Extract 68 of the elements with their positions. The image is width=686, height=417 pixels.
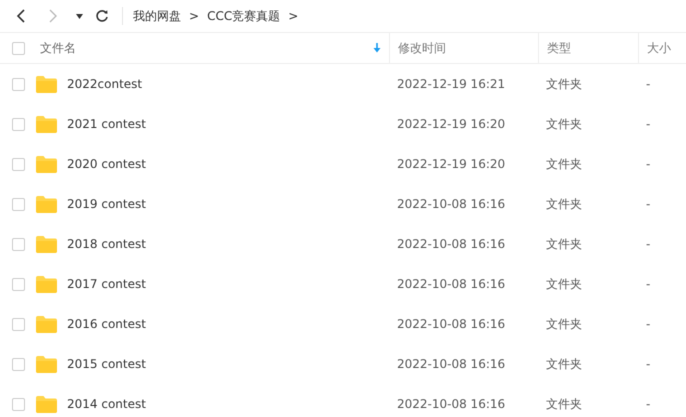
breadcrumb-link[interactable]: CCC竞赛真题: [207, 8, 280, 24]
file-type: 文件夹: [546, 116, 582, 130]
file-type: 文件夹: [546, 396, 582, 410]
back-icon[interactable]: [16, 9, 26, 23]
dropdown-caret-icon[interactable]: [76, 14, 83, 18]
column-header[interactable]: 类型: [547, 40, 571, 56]
folder-icon: [36, 236, 57, 252]
folder-icon: [36, 316, 57, 332]
row-checkbox[interactable]: [12, 118, 24, 130]
file-size: -: [646, 317, 650, 331]
file-type: 文件夹: [546, 356, 582, 370]
file-size: -: [646, 397, 650, 411]
file-size: -: [646, 117, 650, 131]
row-checkbox[interactable]: [12, 358, 24, 370]
row-checkbox[interactable]: [12, 398, 24, 410]
modified-time: 2022-10-08 16:16: [397, 397, 506, 411]
modified-time: 2022-10-08 16:16: [397, 277, 506, 291]
row-checkbox[interactable]: [12, 158, 24, 170]
folder-icon: [36, 116, 57, 132]
file-type: 文件夹: [546, 76, 582, 90]
folder-icon: [36, 356, 57, 372]
column-header[interactable]: 大小: [647, 40, 671, 56]
column-header[interactable]: 修改时间: [398, 40, 446, 56]
modified-time: 2022-10-08 16:16: [397, 317, 506, 331]
file-type: 文件夹: [546, 156, 582, 170]
file-size: -: [646, 237, 650, 251]
file-name[interactable]: 2021 contest: [67, 117, 146, 131]
row-checkbox[interactable]: [12, 278, 24, 290]
file-type: 文件夹: [546, 316, 582, 330]
breadcrumb-separator: >: [189, 9, 200, 23]
file-size: -: [646, 197, 650, 211]
file-type: 文件夹: [546, 236, 582, 250]
row-checkbox[interactable]: [12, 198, 24, 210]
modified-time: 2022-10-08 16:16: [397, 197, 506, 211]
file-size: -: [646, 77, 650, 91]
modified-time: 2022-12-19 16:20: [397, 117, 506, 131]
file-size: -: [646, 157, 650, 171]
folder-icon: [36, 156, 57, 172]
breadcrumb-separator: >: [288, 9, 298, 23]
forward-icon[interactable]: [48, 9, 58, 23]
file-name[interactable]: 2019 contest: [67, 197, 146, 211]
file-type: 文件夹: [546, 276, 582, 290]
file-name[interactable]: 2014 contest: [67, 397, 146, 411]
sort-arrow-icon[interactable]: [373, 43, 381, 53]
refresh-icon[interactable]: [95, 9, 109, 23]
file-name[interactable]: 2018 contest: [67, 237, 146, 251]
file-name[interactable]: 2022contest: [67, 77, 142, 91]
modified-time: 2022-10-08 16:16: [397, 357, 506, 371]
folder-icon: [36, 76, 57, 92]
breadcrumb-link[interactable]: 我的网盘: [133, 8, 181, 24]
folder-icon: [36, 276, 57, 292]
folder-icon: [36, 196, 57, 212]
row-checkbox[interactable]: [12, 318, 24, 330]
file-size: -: [646, 277, 650, 291]
modified-time: 2022-12-19 16:21: [397, 77, 506, 91]
modified-time: 2022-12-19 16:20: [397, 157, 506, 171]
modified-time: 2022-10-08 16:16: [397, 237, 506, 251]
select-all-checkbox[interactable]: [12, 42, 24, 54]
file-type: 文件夹: [546, 196, 582, 210]
file-name[interactable]: 2020 contest: [67, 157, 146, 171]
column-header[interactable]: 文件名: [40, 40, 76, 56]
row-checkbox[interactable]: [12, 78, 24, 90]
row-checkbox[interactable]: [12, 238, 24, 250]
file-size: -: [646, 357, 650, 371]
file-name[interactable]: 2016 contest: [67, 317, 146, 331]
file-name[interactable]: 2015 contest: [67, 357, 146, 371]
file-name[interactable]: 2017 contest: [67, 277, 146, 291]
folder-icon: [36, 396, 57, 412]
